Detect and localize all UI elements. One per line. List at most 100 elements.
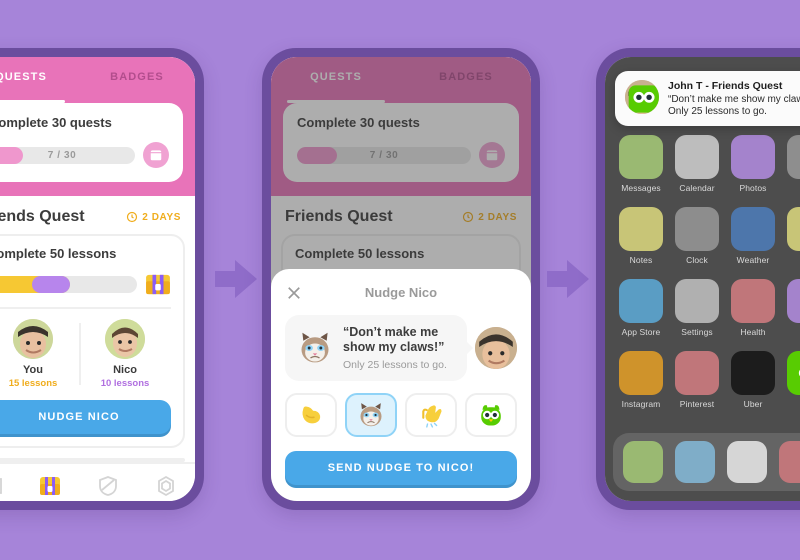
generic-app-icon <box>787 207 800 251</box>
app-label: Calendar <box>679 183 715 193</box>
app-store-icon <box>619 279 663 323</box>
pinterest-icon <box>675 351 719 395</box>
notification-body: John T - Friends Quest “Don’t make me sh… <box>668 80 800 117</box>
app-label: Health <box>740 327 766 337</box>
phone-middle: QUESTS BADGES Complete 30 quests 7 / 30 <box>262 48 540 510</box>
phone-right: John T - Friends Quest “Don’t make me sh… <box>596 48 800 510</box>
settings-icon <box>675 279 719 323</box>
monthly-quest-band: Complete 30 quests 7 / 30 <box>0 103 195 196</box>
user-avatar <box>105 319 145 359</box>
app-label: Pinterest <box>679 399 715 409</box>
nudge-modal-title: Nudge Nico <box>364 285 438 301</box>
app-icon-weather[interactable]: Weather <box>731 207 775 265</box>
shield-icon[interactable] <box>96 474 120 498</box>
friend-nico: Nico 10 lessons <box>79 319 171 389</box>
app-icon-8[interactable] <box>787 207 800 265</box>
friends-compare-row: You 15 lessons Nico 10 lessons <box>0 307 171 389</box>
dock-app-4[interactable] <box>779 441 800 483</box>
gem-icon[interactable] <box>154 474 178 498</box>
duo-owl-icon <box>628 85 659 113</box>
app-icon-health[interactable]: Health <box>731 279 775 337</box>
weather-icon <box>731 207 775 251</box>
app-icon-calendar[interactable]: Calendar <box>675 135 719 193</box>
photos-icon <box>731 135 775 179</box>
grumpy-cat-icon <box>360 403 382 427</box>
friend-you-name: You <box>23 364 43 376</box>
app-icon-messages[interactable]: Messages <box>619 135 663 193</box>
tab-badges[interactable]: BADGES <box>79 71 195 103</box>
app-label: Messages <box>621 183 661 193</box>
reaction-duo-owl[interactable] <box>465 393 517 437</box>
notes-icon <box>619 207 663 251</box>
reaction-flexed-bicep[interactable] <box>285 393 337 437</box>
slide-canvas: QUESTS BADGES Complete 30 quests 7 / 30 <box>0 0 800 560</box>
app-icon-duolingo[interactable]: D <box>787 351 800 409</box>
book-icon[interactable] <box>0 474 4 498</box>
friends-quest-card[interactable]: Complete 50 lessons <box>0 234 185 448</box>
friends-quest-timer: 2 DAYS <box>126 211 181 223</box>
flexed-bicep-icon <box>302 406 321 424</box>
quests-app-left: QUESTS BADGES Complete 30 quests 7 / 30 <box>0 57 195 501</box>
nudge-preview-bubble: “Don’t make me show my claws!” Only 25 l… <box>285 314 473 381</box>
monthly-progress-label: 7 / 30 <box>47 149 77 161</box>
monthly-progress-bar: 7 / 30 <box>0 146 135 164</box>
friend-you-lessons: 15 lessons <box>8 378 58 389</box>
app-icon-settings[interactable]: Settings <box>675 279 719 337</box>
notification-line-1: “Don’t make me show my claws!” <box>668 94 800 105</box>
tab-quests[interactable]: QUESTS <box>0 71 79 103</box>
app-label: Notes <box>629 255 653 265</box>
bottom-nav-left <box>0 462 195 501</box>
monthly-quest-title: Complete 30 quests <box>0 115 112 130</box>
avatar-nico[interactable] <box>105 319 145 359</box>
health-icon <box>731 279 775 323</box>
app-icon-uber[interactable]: Uber <box>731 351 775 409</box>
app-icon-12[interactable] <box>787 279 800 337</box>
nudge-nico-button[interactable]: NUDGE NICO <box>0 400 171 434</box>
monthly-quest-card[interactable]: Complete 30 quests 7 / 30 <box>0 103 183 182</box>
app-label: Instagram <box>621 399 661 409</box>
reaction-clapping-hands[interactable] <box>405 393 457 437</box>
nudge-preview-quote: “Don’t make me show my claws!” <box>343 324 445 355</box>
app-icon-pinterest[interactable]: Pinterest <box>675 351 719 409</box>
push-notification[interactable]: John T - Friends Quest “Don’t make me sh… <box>615 71 800 126</box>
app-label: App Store <box>621 327 661 337</box>
avatar-you[interactable] <box>13 319 53 359</box>
app-label: Photos <box>739 183 767 193</box>
nudge-preview-avatar <box>475 326 517 369</box>
instagram-icon <box>619 351 663 395</box>
dock-app-2[interactable] <box>675 441 715 483</box>
app-label: D <box>787 399 800 409</box>
chest-icon[interactable] <box>38 474 62 498</box>
app-icon-4[interactable] <box>787 135 800 193</box>
app-icon-app-store[interactable]: App Store <box>619 279 663 337</box>
nudge-reaction-picker <box>285 393 517 437</box>
nudge-preview-row: “Don’t make me show my claws!” Only 25 l… <box>285 314 517 381</box>
pink-chest-icon <box>143 142 169 168</box>
dock-app-3[interactable] <box>727 441 767 483</box>
friend-nico-name: Nico <box>113 364 137 376</box>
send-nudge-button[interactable]: SEND NUDGE TO NICO! <box>285 451 517 485</box>
app-icon-instagram[interactable]: Instagram <box>619 351 663 409</box>
clock-icon <box>127 211 138 223</box>
monthly-progress-row: 7 / 30 <box>0 142 169 168</box>
app-icon-notes[interactable]: Notes <box>619 207 663 265</box>
app-label: Uber <box>743 399 763 409</box>
clapping-hands-icon <box>422 405 442 428</box>
duo-owl-icon <box>787 351 800 395</box>
notification-title: John T - Friends Quest <box>668 80 783 92</box>
friends-progress-bar <box>0 275 137 293</box>
nudge-modal-header: Nudge Nico <box>285 281 517 305</box>
dock <box>613 433 800 491</box>
dock-app-1[interactable] <box>623 441 663 483</box>
generic-app-icon <box>787 135 800 179</box>
app-icon-clock[interactable]: Clock <box>675 207 719 265</box>
nudge-modal: Nudge Nico “Don’t make me show my claws!… <box>271 268 531 501</box>
clock-icon <box>675 207 719 251</box>
reaction-grumpy-cat[interactable] <box>345 393 397 437</box>
friend-nico-lessons: 10 lessons <box>100 378 150 389</box>
duo-owl-icon <box>481 405 501 426</box>
app-icon-photos[interactable]: Photos <box>731 135 775 193</box>
generic-app-icon <box>787 279 800 323</box>
friends-quest-title: Friends Quest <box>0 208 85 225</box>
friends-progress-fill-friend <box>32 275 70 293</box>
